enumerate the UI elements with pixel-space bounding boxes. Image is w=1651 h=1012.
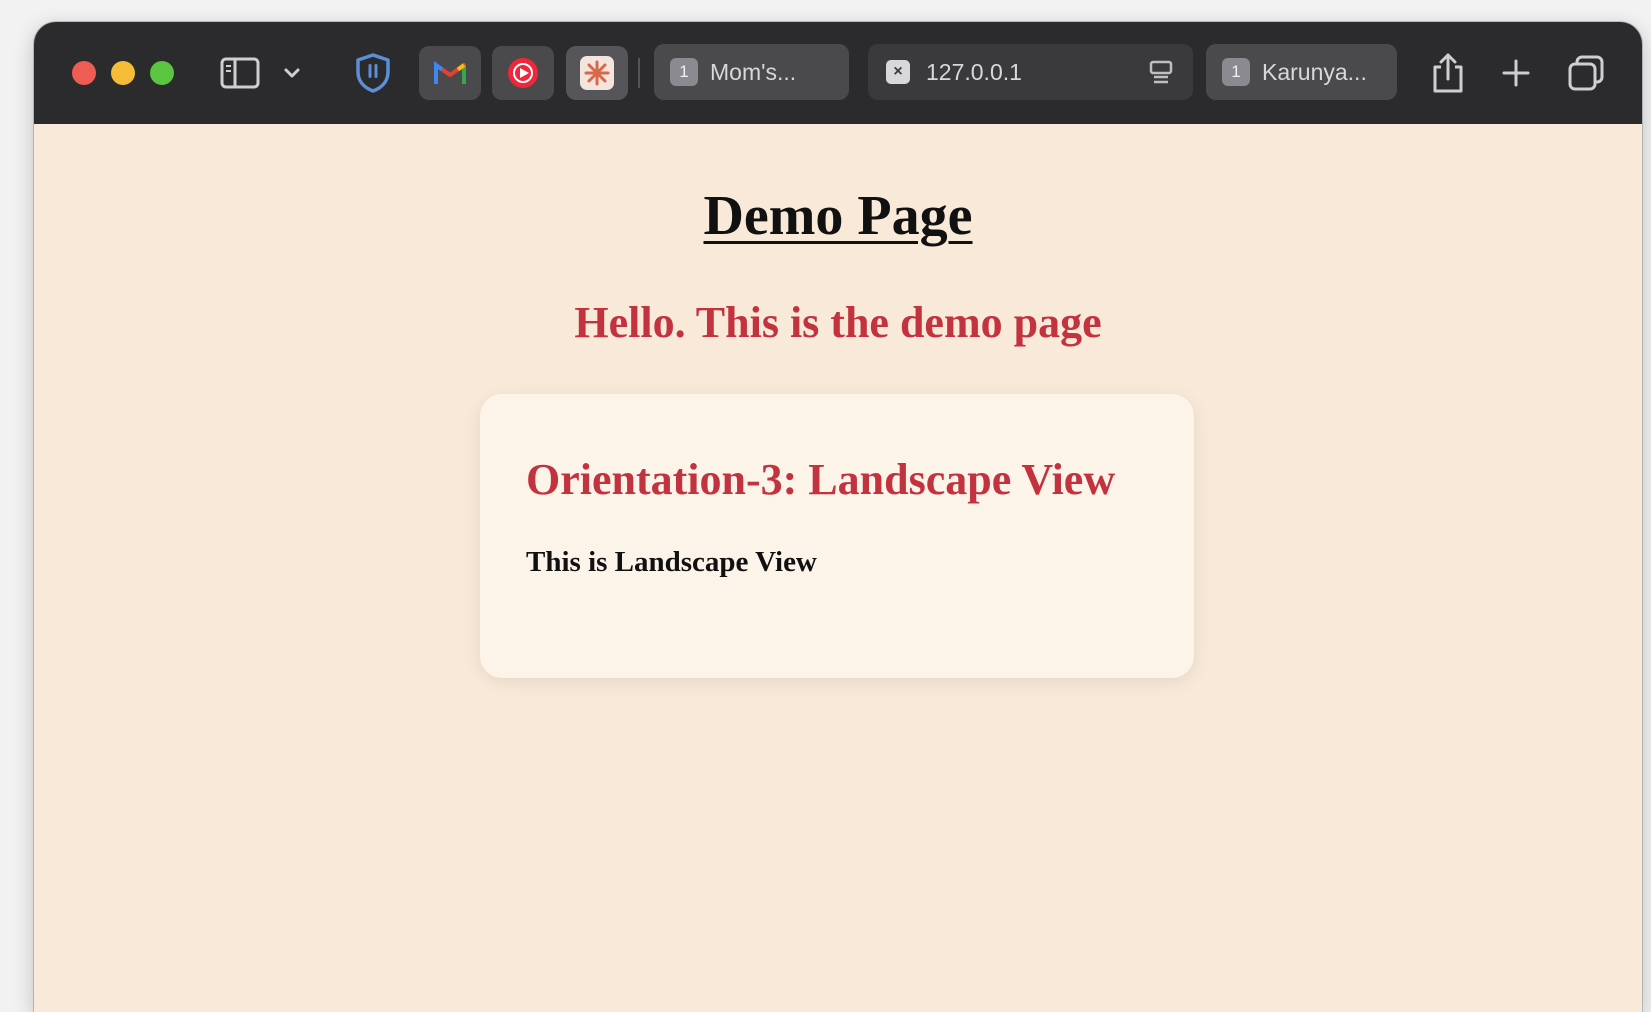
youtube-music-extension-button[interactable] xyxy=(492,46,554,100)
greeting-heading: Hello. This is the demo page xyxy=(574,298,1102,347)
close-tab-icon[interactable]: × xyxy=(886,60,910,84)
close-window-button[interactable] xyxy=(72,61,96,85)
plus-icon[interactable] xyxy=(1496,52,1536,94)
browser-toolbar: 1 Mom's... × 127.0.0.1 1 Karunya... xyxy=(34,22,1642,124)
zoom-window-button[interactable] xyxy=(150,61,174,85)
toolbar-divider xyxy=(638,58,640,88)
tab-group-badge: 1 xyxy=(1222,58,1250,86)
share-icon[interactable] xyxy=(1426,50,1470,96)
page-content: Demo Page Hello. This is the demo page O… xyxy=(34,124,1642,1012)
tab-karunya[interactable]: 1 Karunya... xyxy=(1206,44,1397,100)
sidebar-icon[interactable] xyxy=(220,55,260,91)
gmail-extension-button[interactable] xyxy=(419,46,481,100)
minimize-window-button[interactable] xyxy=(111,61,135,85)
page-title: Demo Page xyxy=(703,185,973,247)
chevron-down-icon[interactable] xyxy=(280,59,304,87)
gmail-icon xyxy=(434,61,466,84)
reader-icon[interactable] xyxy=(1147,58,1175,86)
card-heading: Orientation-3: Landscape View xyxy=(526,455,1116,504)
shield-icon[interactable] xyxy=(352,52,394,94)
tab-localhost[interactable]: × 127.0.0.1 xyxy=(868,44,1193,100)
youtube-music-icon xyxy=(508,58,538,88)
tabs-overview-icon[interactable] xyxy=(1564,52,1608,94)
card-text: This is Landscape View xyxy=(526,546,817,578)
tab-group-badge: 1 xyxy=(670,58,698,86)
tab-label: Mom's... xyxy=(710,58,797,85)
tab-label: Karunya... xyxy=(1262,58,1367,85)
claude-extension-button[interactable] xyxy=(566,46,628,100)
claude-icon xyxy=(580,56,614,90)
tab-moms[interactable]: 1 Mom's... xyxy=(654,44,849,100)
orientation-card: Orientation-3: Landscape View This is La… xyxy=(480,394,1194,678)
tab-label: 127.0.0.1 xyxy=(926,58,1022,85)
browser-window: 1 Mom's... × 127.0.0.1 1 Karunya... Demo… xyxy=(34,22,1642,1012)
